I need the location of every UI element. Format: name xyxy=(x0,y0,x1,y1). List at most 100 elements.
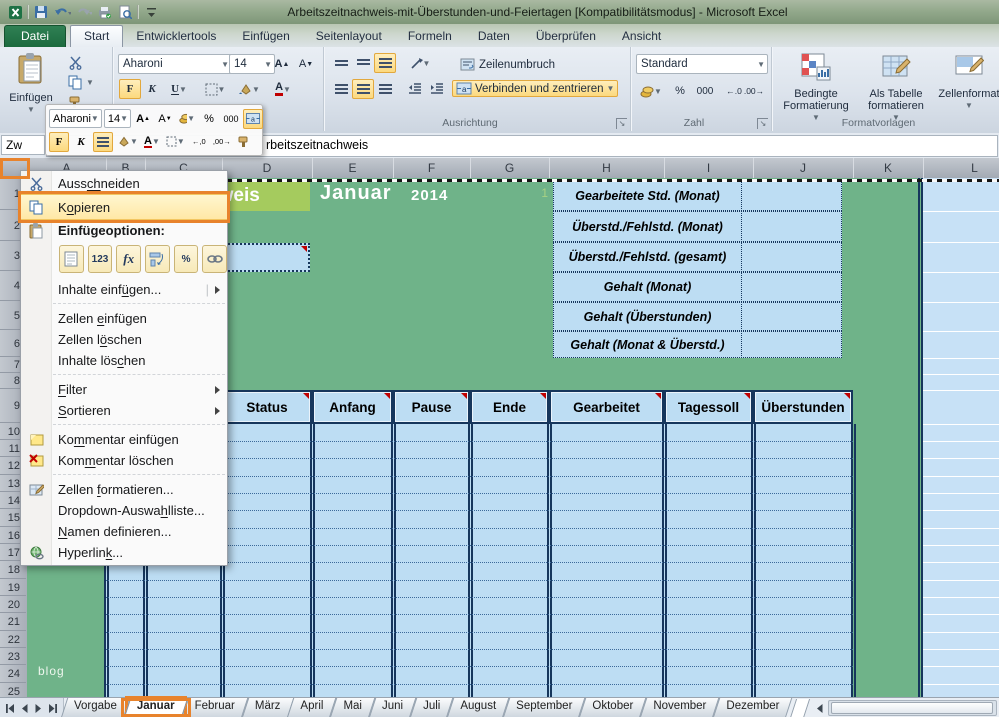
wrap-text-button[interactable]: Zeilenumbruch xyxy=(456,56,559,73)
sheet-tab[interactable]: September xyxy=(506,698,582,717)
row-header-20[interactable]: 20 xyxy=(0,597,26,613)
underline-button[interactable]: U▼ xyxy=(163,79,195,99)
paste-keep-formatting-button[interactable] xyxy=(59,245,84,273)
summary-label-worked-hours[interactable]: Gearbeitete Std. (Monat) xyxy=(553,181,742,211)
table-header-pause[interactable]: Pause xyxy=(393,390,470,424)
summary-value-cell[interactable] xyxy=(741,331,842,358)
table-header-gearbeitet[interactable]: Gearbeitet xyxy=(549,390,664,424)
alignment-dialog-launcher[interactable]: ↘ xyxy=(616,118,627,129)
accounting-format-button[interactable]: ▼ xyxy=(635,81,667,101)
column-header-k[interactable]: K xyxy=(853,158,924,178)
previous-sheet-button[interactable] xyxy=(18,701,31,715)
font-color-button[interactable]: A▼ xyxy=(267,79,299,99)
table-header-ende[interactable]: Ende xyxy=(470,390,549,424)
undo-button[interactable] xyxy=(53,4,71,21)
table-header-tagessoll[interactable]: Tagessoll xyxy=(664,390,753,424)
horizontal-scrollbar-thumb[interactable] xyxy=(831,702,993,714)
summary-value-cell[interactable] xyxy=(741,181,842,211)
summary-label-salary-month[interactable]: Gehalt (Monat) xyxy=(553,272,742,302)
cut-button[interactable] xyxy=(64,53,87,72)
menu-item-sortieren[interactable]: Sortieren xyxy=(21,400,227,421)
menu-item-kommentar-loeschen[interactable]: Kommentar löschen xyxy=(21,450,227,471)
mini-increase-decimal-button[interactable]: ←,0 xyxy=(189,132,209,152)
sheet-tab[interactable]: August xyxy=(450,698,506,717)
horizontal-scrollbar[interactable] xyxy=(828,700,997,716)
align-top-button[interactable] xyxy=(330,53,352,73)
column-header-j[interactable]: J xyxy=(753,158,854,178)
sheet-tab[interactable]: Januar xyxy=(127,698,185,717)
sheet-tab[interactable]: Mai xyxy=(333,698,372,717)
align-bottom-button[interactable] xyxy=(374,53,396,73)
column-header-g[interactable]: G xyxy=(470,158,550,178)
menu-item-ausschneiden[interactable]: Ausschneiden xyxy=(21,173,227,194)
scroll-left-button[interactable] xyxy=(813,701,826,715)
paste-transpose-button[interactable] xyxy=(145,245,170,273)
year-cell[interactable]: 2014 xyxy=(411,187,448,204)
menu-item-hyperlink[interactable]: Hyperlink... xyxy=(21,542,227,563)
paste-formatting-button[interactable]: % xyxy=(174,245,199,273)
grow-font-button[interactable]: A▲ xyxy=(271,54,293,74)
mini-font-name-combo[interactable]: Aharoni▼ xyxy=(49,109,102,128)
mini-shrink-font-button[interactable]: A▼ xyxy=(155,109,175,129)
quick-print-icon[interactable] xyxy=(95,4,113,21)
ribbon-tab[interactable]: Daten xyxy=(465,26,523,47)
mini-percent-button[interactable]: % xyxy=(199,109,219,129)
ribbon-tab[interactable]: Formeln xyxy=(395,26,465,47)
table-header-anfang[interactable]: Anfang xyxy=(312,390,393,424)
next-sheet-button[interactable] xyxy=(32,701,45,715)
summary-label-salary-total[interactable]: Gehalt (Monat & Überstd.) xyxy=(553,331,742,358)
column-header-d[interactable]: D xyxy=(222,158,313,178)
summary-value-cell[interactable] xyxy=(741,211,842,242)
summary-value-cell[interactable] xyxy=(741,272,842,302)
customize-qat-button[interactable] xyxy=(142,4,160,21)
sheet-tab[interactable]: April xyxy=(290,698,333,717)
table-header-ueberstunden[interactable]: Überstunden xyxy=(753,390,853,424)
align-middle-button[interactable] xyxy=(352,53,374,73)
summary-value-cell[interactable] xyxy=(741,302,842,331)
mini-italic-button[interactable]: K xyxy=(71,132,91,152)
font-size-combo[interactable]: 14▼ xyxy=(229,54,275,74)
italic-button[interactable]: K xyxy=(141,79,163,99)
shrink-font-button[interactable]: A▼ xyxy=(295,54,317,74)
mini-borders-button[interactable]: ▼ xyxy=(164,132,187,152)
row-header-23[interactable]: 23 xyxy=(0,649,26,665)
column-header-i[interactable]: I xyxy=(664,158,754,178)
number-dialog-launcher[interactable]: ↘ xyxy=(757,118,768,129)
merge-center-button[interactable]: a Verbinden und zentrieren▼ xyxy=(452,80,618,97)
table-header-status[interactable]: Status xyxy=(222,390,312,424)
sheet-tab[interactable]: Juni xyxy=(372,698,413,717)
menu-item-namen-definieren[interactable]: Namen definieren... xyxy=(21,521,227,542)
last-sheet-button[interactable] xyxy=(46,701,59,715)
sheet-tab[interactable]: Dezember xyxy=(716,698,789,717)
column-header-f[interactable]: F xyxy=(393,158,471,178)
mini-decrease-decimal-button[interactable]: ,00→ xyxy=(211,132,233,152)
copy-button[interactable]: ▼ xyxy=(64,73,98,92)
ribbon-tab[interactable]: Überprüfen xyxy=(523,26,609,47)
mini-fill-color-button[interactable]: ▼ xyxy=(115,132,140,152)
sheet-tab[interactable]: Oktober xyxy=(582,698,643,717)
ribbon-tab[interactable]: Datei xyxy=(4,25,66,47)
menu-item-dropdown-auswahlliste[interactable]: Dropdown-Auswahlliste... xyxy=(21,500,227,521)
increase-decimal-button[interactable]: ←.0 xyxy=(723,81,745,101)
menu-item-kopieren[interactable]: Kopieren xyxy=(21,194,227,220)
row-header-21[interactable]: 21 xyxy=(0,614,26,631)
row-header-25[interactable]: 25 xyxy=(0,684,26,697)
font-name-combo[interactable]: Aharoni▼ xyxy=(118,54,232,74)
menu-item-filter[interactable]: Filter xyxy=(21,379,227,400)
orientation-button[interactable]: ▼ xyxy=(404,53,436,73)
mini-font-size-combo[interactable]: 14▼ xyxy=(104,109,131,128)
menu-item-zellen-loeschen[interactable]: Zellen löschen xyxy=(21,329,227,350)
decrease-indent-button[interactable] xyxy=(404,79,426,99)
redo-button[interactable] xyxy=(74,4,92,21)
mini-comma-button[interactable]: 000 xyxy=(221,109,241,129)
align-left-button[interactable] xyxy=(330,79,352,99)
sheet-tab[interactable]: November xyxy=(643,698,716,717)
mini-format-painter-button[interactable] xyxy=(235,132,255,152)
mini-merge-center-button[interactable]: a xyxy=(243,109,263,129)
mini-font-color-button[interactable]: A▼ xyxy=(142,132,162,152)
menu-item-kommentar-einfuegen[interactable]: Kommentar einfügen xyxy=(21,429,227,450)
menu-item-zellen-einfuegen[interactable]: Zellen einfügen xyxy=(21,308,227,329)
summary-label-overtime-month[interactable]: Überstd./Fehlstd. (Monat) xyxy=(553,211,742,242)
align-right-button[interactable] xyxy=(374,79,396,99)
summary-value-cell[interactable] xyxy=(741,242,842,272)
